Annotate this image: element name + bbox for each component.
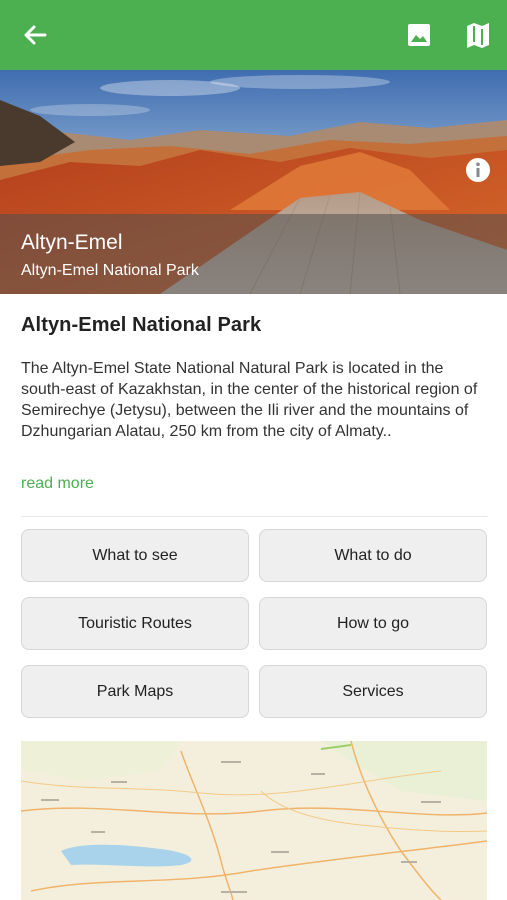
services-button[interactable]: Services — [259, 665, 487, 718]
image-gallery-icon[interactable] — [403, 20, 435, 50]
hero-caption: Altyn-Emel Altyn-Emel National Park — [0, 214, 507, 294]
location-map-image — [21, 741, 487, 900]
divider — [21, 516, 487, 517]
how-to-go-button[interactable]: How to go — [259, 597, 487, 650]
location-map[interactable] — [21, 741, 487, 900]
park-maps-button[interactable]: Park Maps — [21, 665, 249, 718]
what-to-see-button[interactable]: What to see — [21, 529, 249, 582]
map-icon[interactable] — [462, 20, 494, 50]
app-bar — [0, 0, 507, 70]
read-more-link[interactable]: read more — [21, 475, 94, 493]
touristic-routes-button[interactable]: Touristic Routes — [21, 597, 249, 650]
hero-title: Altyn-Emel — [21, 231, 123, 254]
what-to-do-button[interactable]: What to do — [259, 529, 487, 582]
info-icon[interactable] — [464, 156, 492, 184]
hero-subtitle: Altyn-Emel National Park — [21, 262, 199, 279]
hero-banner: Altyn-Emel Altyn-Emel National Park — [0, 70, 507, 294]
page-title: Altyn-Emel National Park — [21, 314, 262, 336]
arrow-back-icon[interactable] — [20, 20, 50, 50]
park-description: The Altyn-Emel State National Natural Pa… — [21, 360, 478, 440]
